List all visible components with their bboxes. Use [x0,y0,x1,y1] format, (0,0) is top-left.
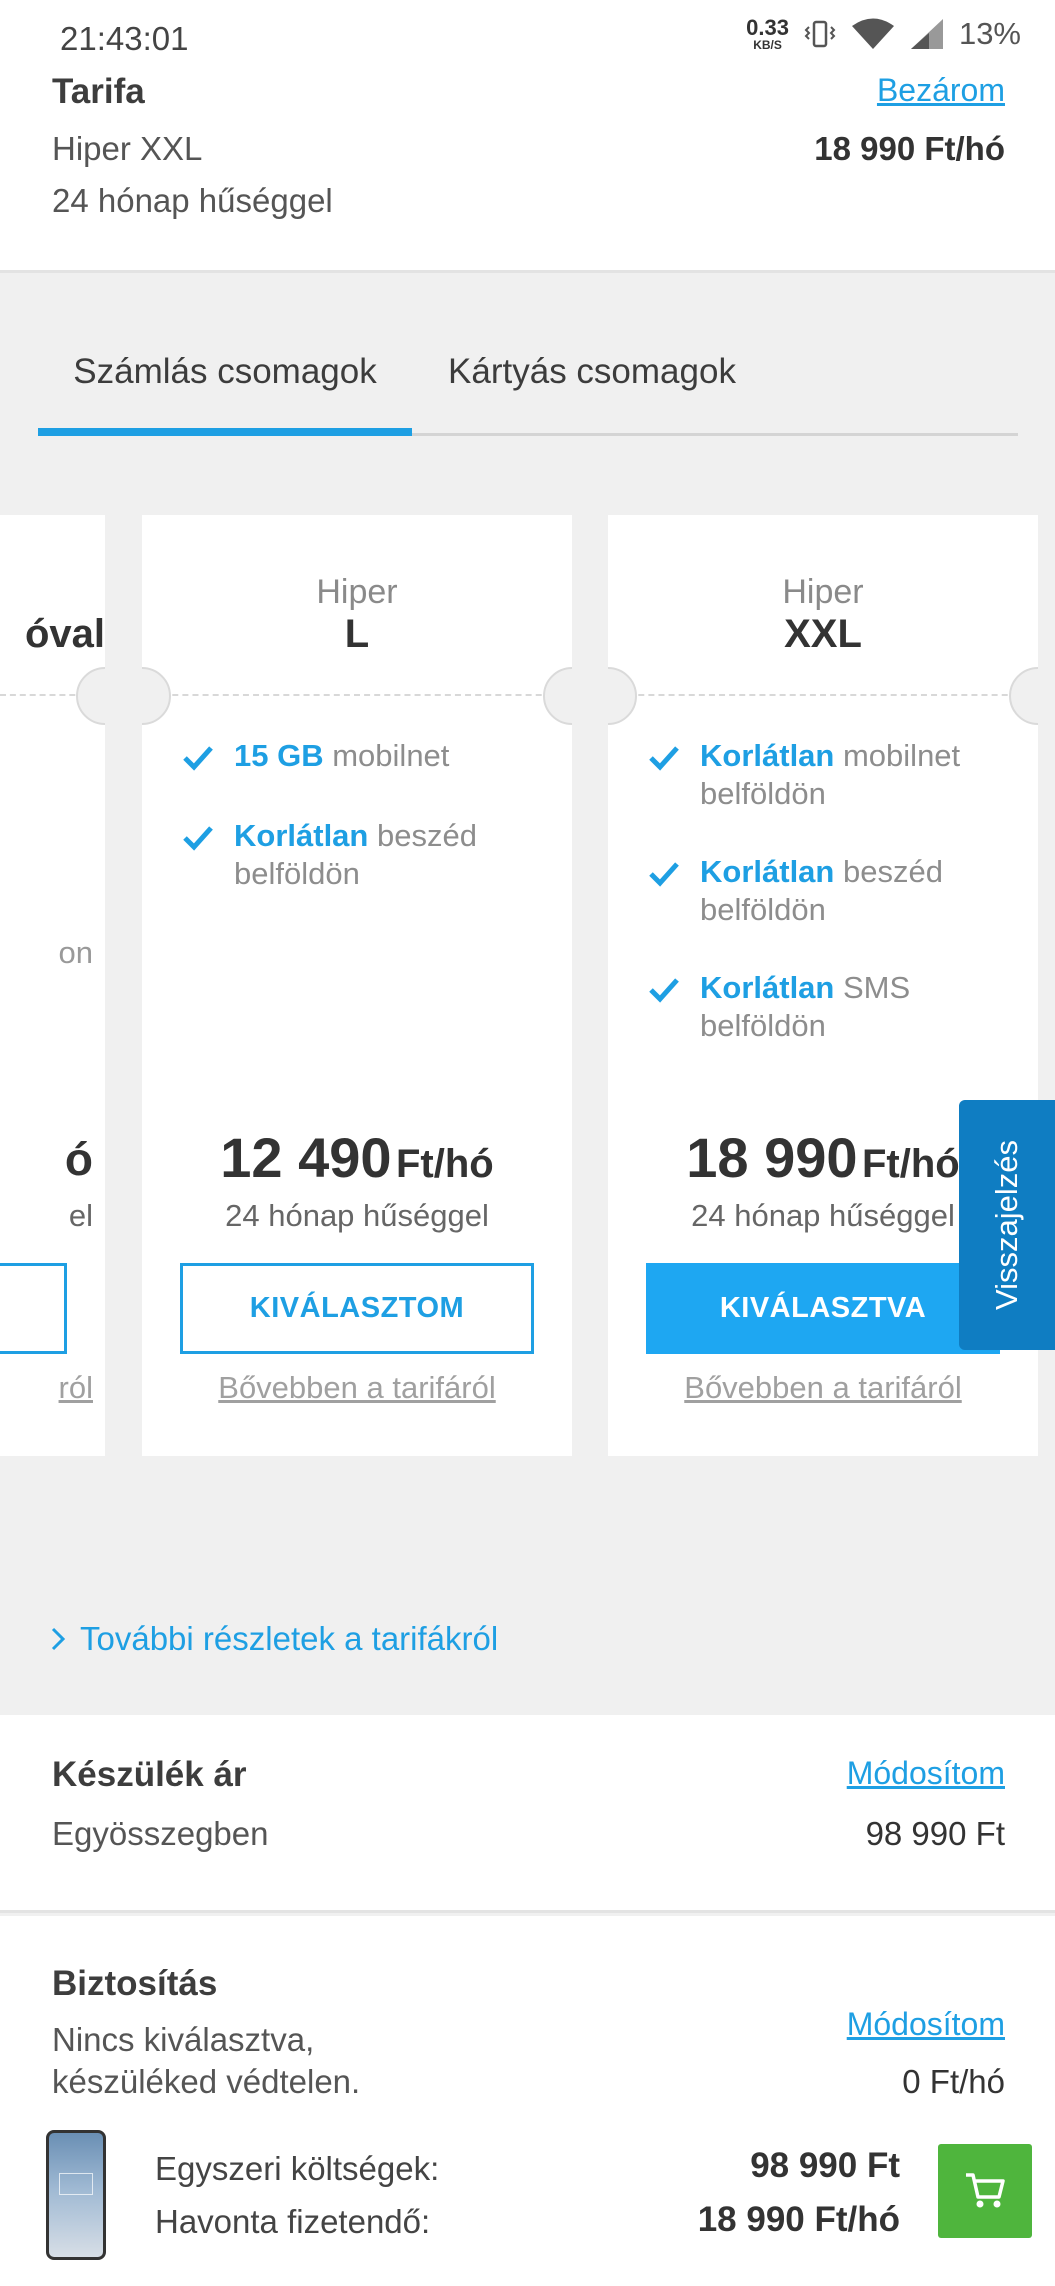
commitment-fragment: el [68,1198,93,1233]
device-modify-link[interactable]: Módosítom [847,1755,1005,1792]
plan-price-unit: Ft/hó [862,1142,960,1186]
feature-highlight: Korlátlan [700,738,835,773]
plan-feature: 15 GB mobilnet [182,737,542,775]
check-icon [183,746,213,771]
card-notch [608,667,637,725]
package-tabs: Számlás csomagok Kártyás csomagok [38,330,1018,436]
status-icons: 0.33 KB/S 13% [746,16,1021,52]
plan-feature: Korlátlan mobilnet belföldön [648,737,968,813]
wifi-icon [851,18,894,49]
feature-text: mobilnet [332,738,450,773]
chevron-right-icon [51,1627,66,1651]
feedback-label: Visszajelzés [989,1139,1025,1311]
tariff-details-link[interactable]: További részletek a tarifákról [50,1620,498,1658]
insurance-modify-link[interactable]: Módosítom [847,2006,1005,2043]
check-icon [649,862,679,887]
monthly-cost-value: 18 990 Ft/hó [697,2200,900,2239]
plan-name-line1: Hiper [782,573,864,611]
vibrate-icon [804,20,836,48]
network-speed: 0.33 KB/S [746,15,789,52]
select-button-partial[interactable] [0,1263,67,1354]
card-notch [76,667,105,725]
device-price-title: Készülék ár [52,1755,247,1794]
plan-price-amount: 18 990 [686,1126,858,1189]
price-fragment: ó [64,1133,93,1185]
close-link[interactable]: Bezárom [877,72,1005,109]
feature-highlight: Korlátlan [700,854,835,889]
tariff-details-label: További részletek a tarifákról [80,1620,499,1657]
tab-prepaid[interactable]: Kártyás csomagok [412,330,772,433]
summary-commitment: 24 hónap hűséggel [52,182,333,219]
plan-name-line2: L [344,612,370,656]
feature-highlight: Korlátlan [700,970,835,1005]
network-speed-value: 0.33 [746,15,789,40]
feedback-tab[interactable]: Visszajelzés [959,1100,1055,1350]
feature-highlight: Korlátlan [234,818,369,853]
cart-button[interactable] [938,2144,1032,2238]
more-link-fragment[interactable]: ról [59,1370,93,1406]
insurance-status-line1: Nincs kiválasztva, [52,2021,315,2058]
insurance-price: 0 Ft/hó [902,2063,1005,2100]
status-time: 21:43:01 [60,20,189,57]
card-notch [142,667,171,725]
device-price-section: Készülék ár Egyösszegben Módosítom 98 99… [0,1715,1055,1913]
one-time-cost-value: 98 990 Ft [750,2146,900,2185]
device-payment-type: Egyösszegben [52,1815,269,1852]
feature-fragment: on [58,935,93,970]
card-divider [142,694,572,696]
plan-name-line1: Hiper [316,573,398,611]
insurance-title: Biztosítás [52,1964,218,2003]
summary-plan: Hiper XXL [52,130,203,167]
feature-highlight: 15 GB [234,738,324,773]
plan-commitment: 24 hónap hűséggel [225,1198,489,1233]
phone-thumbnail [46,2130,106,2260]
signal-icon [910,19,943,49]
card-notch [1009,667,1038,725]
tab-postpaid[interactable]: Számlás csomagok [38,330,412,436]
plan-name-line2: XXL [784,612,862,656]
cart-icon [966,2173,1005,2208]
plan-card-partial: óval on ó el ról [0,515,105,1456]
summary-title: Tarifa [52,72,145,111]
plan-feature: Korlátlan SMS belföldön [648,969,968,1045]
card-divider [608,694,1038,696]
check-icon [183,826,213,851]
plan-name-fragment: óval [24,612,105,656]
monthly-cost-label: Havonta fizetendő: [155,2203,431,2240]
plan-price-unit: Ft/hó [396,1142,494,1186]
summary-price: 18 990 Ft/hó [814,130,1005,167]
plan-price: 12 490 Ft/hó [142,1125,572,1190]
plan-more-link[interactable]: Bővebben a tarifáról [608,1370,1038,1406]
select-plan-button[interactable]: KIVÁLASZTOM [180,1263,534,1354]
tariff-summary-header: 21:43:01 0.33 KB/S 13% Tarifa Hiper XXL … [0,0,1055,273]
plan-card-hiper-l: Hiper L 15 GB mobilnet Korlátlan beszéd … [142,515,572,1456]
plan-more-link[interactable]: Bővebben a tarifáról [142,1370,572,1406]
one-time-cost-label: Egyszeri költségek: [155,2150,440,2187]
check-icon [649,746,679,771]
device-price-value: 98 990 Ft [865,1815,1005,1852]
card-notch [543,667,572,725]
selected-plan-button[interactable]: KIVÁLASZTVA [646,1263,1000,1354]
battery-level: 13% [958,16,1021,51]
plan-feature: Korlátlan beszéd belföldön [182,817,542,893]
check-icon [649,978,679,1003]
plan-feature: Korlátlan beszéd belföldön [648,853,968,929]
plan-price-amount: 12 490 [220,1126,392,1189]
network-speed-unit: KB/S [753,38,782,52]
insurance-status-line2: készüléked védtelen. [52,2063,361,2100]
